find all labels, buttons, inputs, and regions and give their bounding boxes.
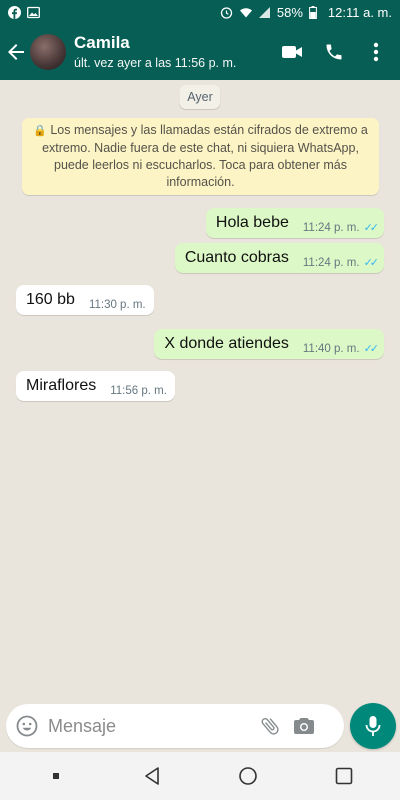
message-text: Miraflores bbox=[26, 377, 97, 394]
lock-icon: 🔒 bbox=[33, 125, 47, 137]
encryption-notice[interactable]: 🔒 Los mensajes y las llamadas están cifr… bbox=[22, 118, 379, 195]
nav-home-icon bbox=[239, 767, 257, 785]
message-outgoing[interactable]: X donde atiendes 11:40 p. m. ✓✓ bbox=[154, 329, 384, 359]
wifi-icon bbox=[239, 6, 252, 19]
message-composer bbox=[6, 704, 344, 748]
nav-back-button[interactable] bbox=[132, 756, 172, 796]
message-incoming[interactable]: Miraflores 11:56 p. m. bbox=[16, 371, 175, 401]
double-check-icon: ✓✓ bbox=[363, 343, 380, 355]
message-text: 160 bb bbox=[26, 291, 75, 308]
camera-button[interactable] bbox=[287, 716, 321, 736]
mic-icon bbox=[365, 716, 381, 736]
alarm-icon bbox=[220, 6, 233, 19]
video-call-button[interactable] bbox=[278, 38, 306, 66]
more-options-icon bbox=[373, 42, 379, 62]
message-time: 11:24 p. m. bbox=[302, 221, 360, 234]
signal-icon bbox=[258, 6, 271, 19]
last-seen: últ. vez ayer a las 11:56 p. m. bbox=[74, 55, 237, 70]
encryption-notice-text: Los mensajes y las llamadas están cifrad… bbox=[42, 123, 368, 189]
nav-overview-button[interactable] bbox=[324, 756, 364, 796]
contact-info[interactable]: Camila últ. vez ayer a las 11:56 p. m. bbox=[74, 33, 236, 70]
system-nav-bar bbox=[0, 752, 400, 800]
message-time: 11:56 p. m. bbox=[110, 385, 167, 397]
date-separator: Ayer bbox=[179, 85, 221, 109]
message-text: X donde atiendes bbox=[164, 335, 289, 352]
battery-percent: 58% bbox=[276, 4, 303, 20]
message-time: 11:24 p. m. bbox=[302, 256, 360, 269]
message-input[interactable] bbox=[48, 715, 253, 737]
message-text: Hola bebe bbox=[215, 214, 289, 231]
more-options-button[interactable] bbox=[362, 38, 390, 66]
back-arrow-icon bbox=[8, 44, 24, 60]
message-outgoing[interactable]: Cuanto cobras 11:24 p. m. ✓✓ bbox=[174, 243, 384, 273]
status-bar: 58% 12:11 a. m. bbox=[0, 0, 400, 24]
nav-recents-dot-icon bbox=[53, 773, 59, 779]
nav-home-button[interactable] bbox=[228, 756, 268, 796]
message-time: 11:40 p. m. bbox=[302, 342, 360, 355]
contact-name: Camila bbox=[74, 33, 130, 53]
double-check-icon: ✓✓ bbox=[363, 257, 380, 269]
chat-area[interactable]: Ayer 🔒 Los mensajes y las llamadas están… bbox=[0, 80, 400, 700]
battery-icon bbox=[309, 5, 322, 19]
phone-icon bbox=[326, 44, 342, 60]
attach-icon bbox=[261, 718, 279, 735]
nav-overview-icon bbox=[335, 767, 353, 785]
camera-icon bbox=[294, 718, 314, 734]
video-call-icon bbox=[282, 46, 302, 58]
back-button[interactable] bbox=[2, 24, 30, 80]
image-icon bbox=[27, 6, 40, 19]
message-outgoing[interactable]: Hola bebe 11:24 p. m. ✓✓ bbox=[205, 208, 384, 238]
double-check-icon: ✓✓ bbox=[363, 222, 380, 234]
attach-button[interactable] bbox=[253, 715, 287, 737]
facebook-icon bbox=[8, 5, 21, 19]
avatar[interactable] bbox=[30, 34, 66, 70]
message-time: 11:30 p. m. bbox=[88, 299, 146, 311]
voice-call-button[interactable] bbox=[320, 38, 348, 66]
message-text: Cuanto cobras bbox=[184, 249, 289, 266]
emoji-icon bbox=[16, 715, 38, 737]
nav-back-icon bbox=[145, 767, 159, 785]
mic-button[interactable] bbox=[350, 703, 396, 749]
chat-header: Camila últ. vez ayer a las 11:56 p. m. bbox=[0, 24, 400, 80]
status-time: 12:11 a. m. bbox=[327, 4, 392, 20]
message-incoming[interactable]: 160 bb 11:30 p. m. bbox=[16, 285, 154, 315]
nav-recents-dot[interactable] bbox=[36, 756, 76, 796]
emoji-button[interactable] bbox=[6, 715, 48, 737]
